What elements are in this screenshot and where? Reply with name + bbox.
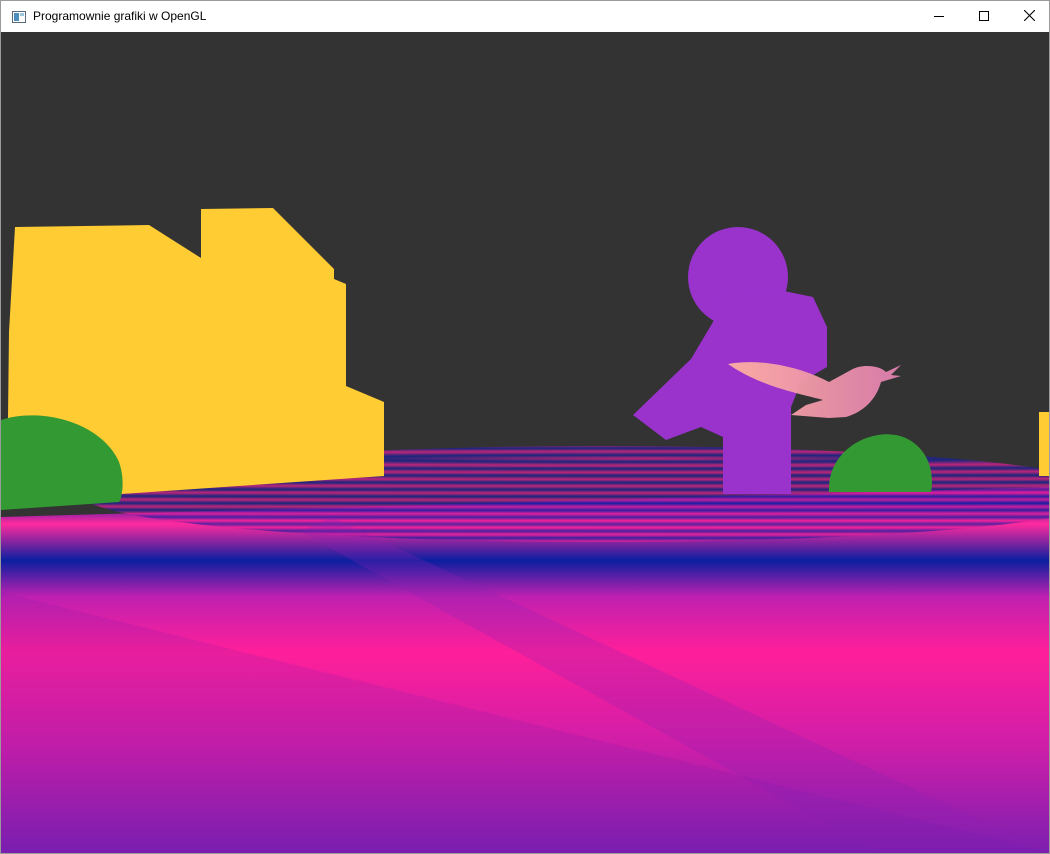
distant-yellow-object <box>1039 412 1049 476</box>
opengl-window: Programownie grafiki w OpenGL <box>0 0 1050 854</box>
title-bar[interactable]: Programownie grafiki w OpenGL <box>1 1 1049 32</box>
close-icon <box>1023 8 1035 26</box>
window-title: Programownie grafiki w OpenGL <box>33 9 207 23</box>
maximize-button[interactable] <box>961 1 1007 32</box>
minimize-icon <box>934 8 944 26</box>
ripple-floor <box>1 446 1049 853</box>
right-bush <box>828 434 932 492</box>
maximize-icon <box>979 8 989 26</box>
scene-canvas <box>1 208 1049 853</box>
render-viewport[interactable] <box>1 32 1049 853</box>
opengl-window-icon <box>12 10 26 23</box>
minimize-button[interactable] <box>916 1 962 32</box>
close-button[interactable] <box>1006 1 1049 32</box>
